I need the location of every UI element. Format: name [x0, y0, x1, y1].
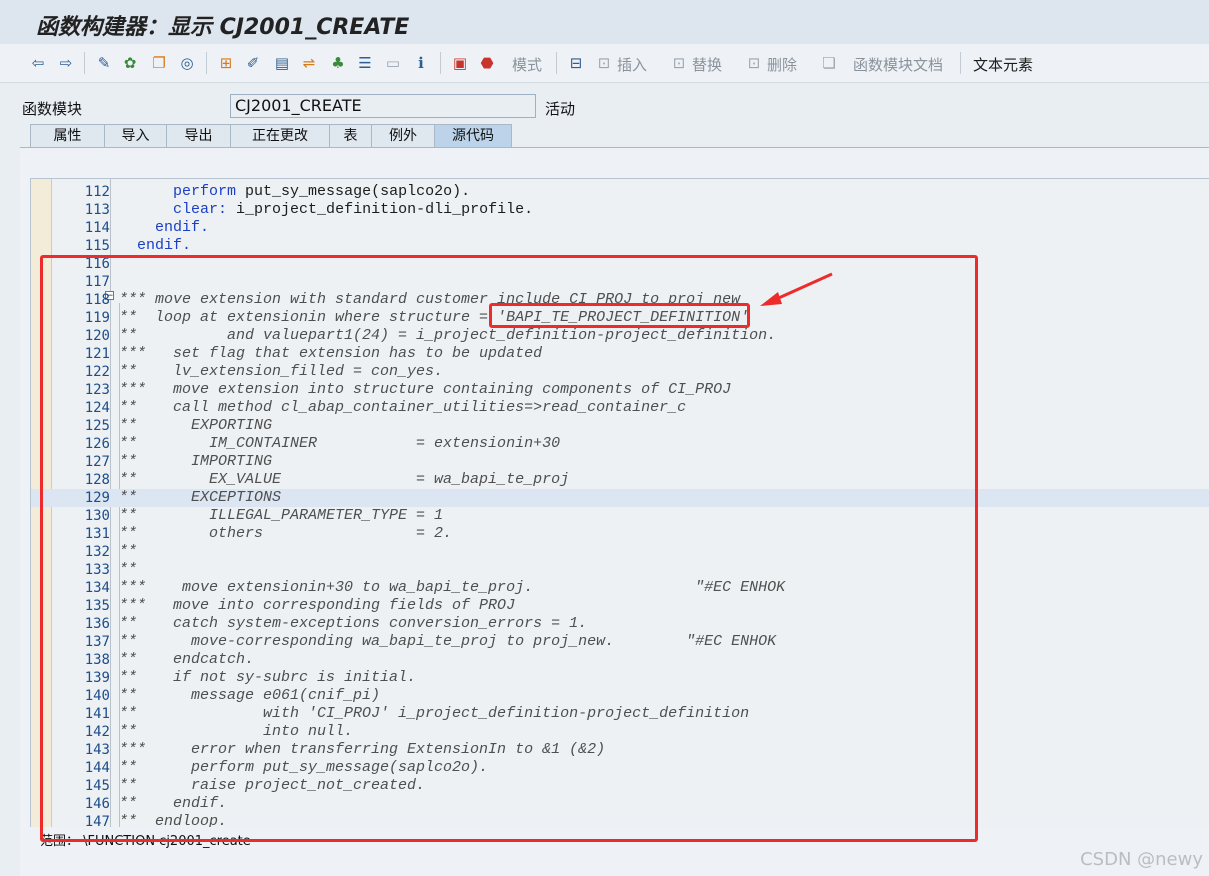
- tab-attributes[interactable]: 属性: [30, 124, 105, 147]
- line-number: 115: [84, 238, 110, 254]
- forward-icon[interactable]: ⇨: [56, 53, 76, 73]
- activate-icon[interactable]: ✿: [120, 53, 140, 73]
- mode-button[interactable]: 模式: [512, 54, 542, 75]
- display-object-list-icon[interactable]: ▭: [383, 53, 403, 73]
- copy-icon[interactable]: ❐: [149, 53, 169, 73]
- code-line[interactable]: 113 clear: i_project_definition-dli_prof…: [31, 201, 1209, 219]
- info-icon[interactable]: ℹ: [411, 53, 431, 73]
- highlight-box-structure-name: [489, 303, 750, 328]
- toggle-display-change-icon[interactable]: ✎: [94, 53, 114, 73]
- toolbar-separator: [440, 52, 441, 74]
- toolbar-separator: [960, 52, 961, 74]
- status-text: 活动: [545, 100, 576, 118]
- code-text: endif.: [155, 219, 210, 236]
- tab-import[interactable]: 导入: [104, 124, 167, 147]
- text-elements-button[interactable]: 文本元素: [973, 54, 1033, 75]
- pretty-printer-icon[interactable]: ⇌: [299, 53, 319, 73]
- tab-tables[interactable]: 表: [329, 124, 372, 147]
- tab-source-code[interactable]: 源代码: [434, 124, 512, 147]
- test-icon[interactable]: ✐: [243, 53, 263, 73]
- toolbar-separator: [84, 52, 85, 74]
- line-number: 112: [84, 184, 110, 200]
- check-icon[interactable]: ◎: [177, 53, 197, 73]
- delete-button[interactable]: 删除: [767, 54, 797, 75]
- code-line[interactable]: 112 perform put_sy_message(saplco2o).: [31, 183, 1209, 201]
- code-text: clear: i_project_definition-dli_profile.: [173, 201, 534, 218]
- code-text: endif.: [137, 237, 192, 254]
- code-line[interactable]: 115 endif.: [31, 237, 1209, 255]
- tab-exceptions[interactable]: 例外: [371, 124, 435, 147]
- code-line[interactable]: 114 endif.: [31, 219, 1209, 237]
- doc-icon[interactable]: ❏: [819, 53, 839, 73]
- application-toolbar: ⇦ ⇨ ✎ ✿ ❐ ◎ ⊞ ✐ ▤ ⇌ ♣ ☰ ▭ ℹ ▣ ⬣ 模式 ⊟ ⊡ 插…: [0, 44, 1209, 83]
- code-text: perform put_sy_message(saplco2o).: [173, 183, 471, 200]
- fm-doc-button[interactable]: 函数模块文档: [853, 54, 943, 75]
- line-number: 113: [84, 202, 110, 218]
- pattern-icon[interactable]: ▤: [272, 53, 292, 73]
- watermark: CSDN @newy: [1080, 849, 1203, 870]
- mode-icon[interactable]: ⊟: [566, 53, 586, 73]
- toolbar-separator: [556, 52, 557, 74]
- function-module-label: 函数模块: [22, 100, 83, 118]
- replace-icon[interactable]: ⊡: [669, 53, 689, 73]
- replace-button[interactable]: 替换: [692, 54, 722, 75]
- delete-icon[interactable]: ⊡: [744, 53, 764, 73]
- title-bar: 函数构建器：显示 CJ2001_CREATE: [0, 0, 1209, 45]
- window-title: 函数构建器：显示 CJ2001_CREATE: [36, 15, 410, 40]
- highlight-box-commented-block: [40, 255, 978, 842]
- insert-icon[interactable]: ⊡: [594, 53, 614, 73]
- hierarchy-icon[interactable]: ♣: [328, 53, 348, 73]
- function-module-field[interactable]: CJ2001_CREATE: [230, 94, 536, 118]
- function-module-row: 函数模块 CJ2001_CREATE 活动: [0, 82, 1209, 122]
- toolbar-separator: [206, 52, 207, 74]
- stop-icon[interactable]: ⬣: [477, 53, 497, 73]
- stack-icon[interactable]: ☰: [355, 53, 375, 73]
- where-used-icon[interactable]: ⊞: [216, 53, 236, 73]
- back-icon[interactable]: ⇦: [28, 53, 48, 73]
- tab-changing[interactable]: 正在更改: [230, 124, 330, 147]
- breakpoint-icon[interactable]: ▣: [450, 53, 470, 73]
- tab-export[interactable]: 导出: [166, 124, 231, 147]
- annotation-arrow-icon: [760, 272, 833, 306]
- insert-button[interactable]: 插入: [617, 54, 647, 75]
- line-number: 114: [84, 220, 110, 236]
